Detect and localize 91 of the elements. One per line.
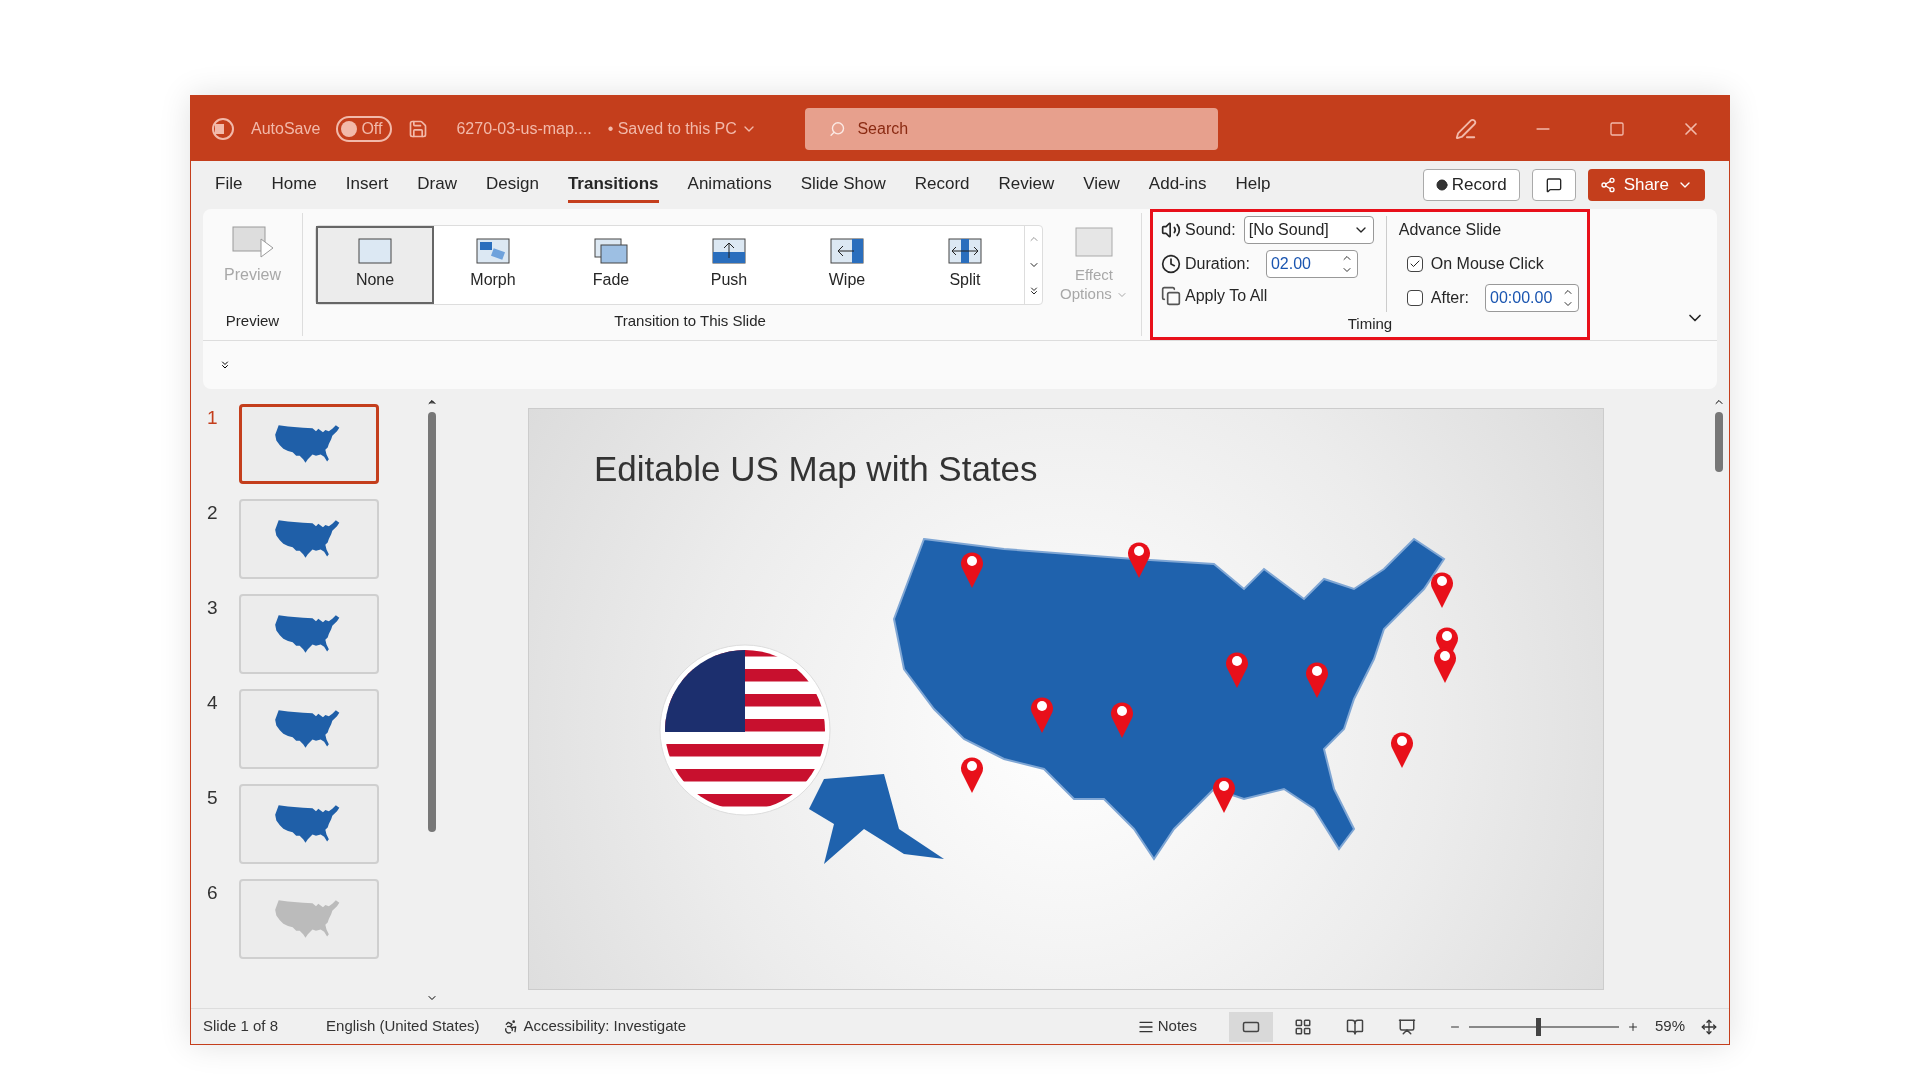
speaker-icon: [1161, 220, 1181, 240]
sound-label: Sound:: [1185, 220, 1236, 240]
clock-icon: [1161, 254, 1181, 274]
slide-number: 2: [207, 501, 219, 525]
map-pin-icon: [959, 754, 985, 794]
customize-toolbar-icon[interactable]: [219, 359, 231, 371]
split-arrows-icon: [948, 238, 982, 264]
ribbon-tab[interactable]: Transitions: [567, 166, 659, 204]
map-pin-icon: [1126, 539, 1152, 579]
map-pin-icon: [1109, 699, 1135, 739]
slide-number: 5: [207, 786, 219, 810]
transition-option[interactable]: Morph: [434, 226, 552, 304]
map-pin-icon: [1029, 694, 1055, 734]
check-icon: [1408, 258, 1421, 270]
morph-shapes-icon: [476, 238, 510, 264]
checkbox-label: After:: [1430, 288, 1469, 308]
slide-number: 1: [207, 406, 219, 430]
fit-to-window-icon[interactable]: [1701, 1018, 1717, 1035]
checkbox[interactable]: [1406, 290, 1423, 306]
duration-spinner[interactable]: 02.00: [1265, 250, 1358, 278]
transition-option[interactable]: None: [316, 226, 434, 304]
slide-number: 3: [207, 596, 219, 620]
duration-label: Duration:: [1185, 254, 1250, 274]
record-dot-icon: [1435, 179, 1448, 191]
map-pin-icon: [1429, 569, 1455, 609]
zoom-percent[interactable]: 59%: [1654, 1015, 1685, 1038]
sound-dropdown[interactable]: [No Sound]: [1243, 216, 1374, 244]
ribbon-tab[interactable]: Animations: [687, 166, 772, 204]
after-time-spinner[interactable]: 00:00.00: [1485, 284, 1579, 312]
blank-slide-icon: [1074, 226, 1114, 259]
group-label: Timing: [1346, 313, 1394, 334]
search-field[interactable]: Search: [804, 107, 1218, 150]
checkbox[interactable]: [1406, 256, 1423, 272]
map-pin-icon: [1389, 729, 1415, 769]
language-label[interactable]: English (United States): [326, 1015, 480, 1038]
blank-slide-icon: [358, 238, 392, 264]
zoom-thumb[interactable]: [1536, 1017, 1542, 1036]
notes-button[interactable]: Notes: [1137, 1015, 1197, 1038]
transition-option[interactable]: Push: [670, 226, 788, 304]
comments-button[interactable]: [1531, 169, 1576, 201]
group-label: Transition to This Slide: [614, 310, 766, 331]
ribbon-tab[interactable]: Help: [1235, 166, 1271, 204]
ribbon-tab[interactable]: Insert: [345, 166, 389, 204]
presentation-icon: [1397, 1017, 1416, 1036]
share-icon: [1599, 177, 1616, 193]
ribbon-tab[interactable]: Review: [998, 166, 1055, 204]
view-button[interactable]: [1228, 1011, 1273, 1042]
grid-icon: [1293, 1017, 1312, 1036]
ribbon-tab[interactable]: File: [215, 166, 243, 204]
book-icon: [1345, 1017, 1364, 1036]
transition-option[interactable]: Wipe: [788, 226, 906, 304]
apply-to-all-button[interactable]: Apply To All: [1161, 284, 1374, 308]
comment-icon: [1545, 177, 1562, 193]
ribbon-tab[interactable]: Design: [485, 166, 539, 204]
ribbon-tab[interactable]: Add-ins: [1148, 166, 1207, 204]
zoom-in-icon[interactable]: [1626, 1020, 1639, 1033]
zoom-slider[interactable]: [1468, 1017, 1619, 1036]
record-button[interactable]: Record: [1422, 169, 1520, 201]
map-pin-icon: [1304, 659, 1330, 699]
slide-title: Editable US Map with States: [594, 448, 1038, 490]
transition-option[interactable]: Fade: [552, 226, 670, 304]
map-pin-icon: [1224, 649, 1250, 689]
search-input[interactable]: Search: [857, 116, 1194, 141]
advance-slide-heading: Advance Slide: [1398, 220, 1503, 240]
group-label: Preview: [225, 310, 280, 331]
app-logo-icon: [211, 116, 235, 141]
play-slide-icon: [230, 225, 275, 259]
pen-icon[interactable]: [1455, 117, 1477, 140]
slide-number: 6: [207, 881, 219, 905]
share-button[interactable]: Share: [1587, 169, 1705, 201]
ribbon-tab[interactable]: Slide Show: [800, 166, 886, 204]
ribbon-tab[interactable]: View: [1083, 166, 1120, 204]
slide-thumbnail[interactable]: [239, 404, 379, 484]
save-icon[interactable]: [408, 118, 429, 139]
transition-option[interactable]: Split: [906, 226, 1024, 304]
map-pin-icon: [1211, 774, 1237, 814]
map-pin-icon: [959, 549, 985, 589]
ribbon-tab[interactable]: Record: [914, 166, 970, 204]
scrollbar-thumb[interactable]: [1715, 412, 1723, 472]
search-icon: [828, 119, 846, 138]
ribbon-tab[interactable]: Draw: [417, 166, 457, 204]
checkbox-label: On Mouse Click: [1430, 254, 1544, 274]
file-name: 6270-03-us-map....: [456, 118, 592, 139]
fade-slides-icon: [594, 238, 628, 264]
slide-counter: Slide 1 of 8: [203, 1016, 279, 1037]
autosave-label: AutoSave: [251, 118, 321, 139]
slide-number: 4: [207, 691, 219, 715]
scrollbar-thumb[interactable]: [428, 412, 436, 832]
copy-slides-icon: [1161, 286, 1181, 306]
accessibility-status[interactable]: Accessibility: Investigate: [523, 1015, 687, 1038]
ribbon-tab[interactable]: Home: [271, 166, 317, 204]
